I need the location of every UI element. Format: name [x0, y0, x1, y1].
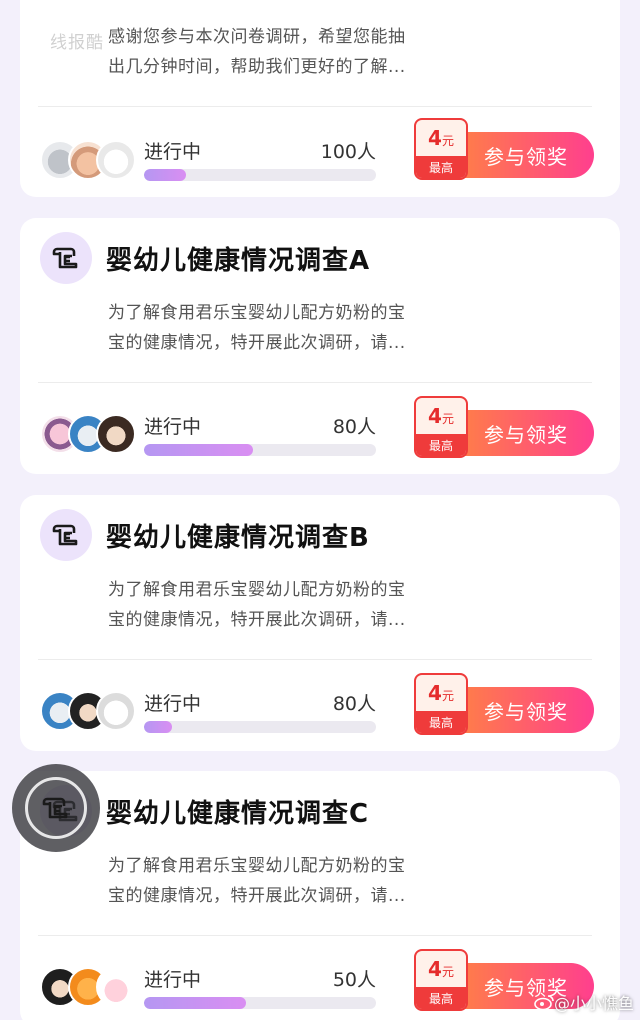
max-reward-amount: 4元: [428, 126, 454, 150]
card-divider: [38, 382, 592, 383]
survey-description-line: 为了解食用君乐宝婴幼儿配方奶粉的宝: [108, 856, 406, 876]
participant-count: 80人: [332, 416, 376, 438]
max-reward-amount: 4元: [428, 681, 454, 705]
max-reward-label: 最高: [416, 434, 466, 456]
progress-bar: [144, 444, 376, 456]
survey-description-line: 为了解食用君乐宝婴幼儿配方奶粉的宝: [108, 303, 406, 323]
progress-bar: [144, 721, 376, 733]
card-header: 婴幼儿健康情况调查B: [40, 507, 370, 563]
reward-group: 参与领奖 4元 最高: [414, 673, 594, 735]
survey-description-line: 宝的健康情况，特开展此次调研，请...: [108, 610, 406, 630]
card-header: 婴幼儿健康情况调查A: [40, 230, 370, 286]
survey-description: 为了解食用君乐宝婴幼儿配方奶粉的宝 宝的健康情况，特开展此次调研，请...: [108, 575, 438, 635]
survey-title: 婴幼儿健康情况调查A: [106, 245, 371, 276]
survey-scroll-icon: [40, 509, 92, 561]
max-reward-badge: 4元 最高: [414, 396, 468, 458]
card-divider: [38, 659, 592, 660]
survey-card[interactable]: 婴幼儿健康情况调查C 为了解食用君乐宝婴幼儿配方奶粉的宝 宝的健康情况，特开展此…: [20, 771, 620, 1020]
participant-avatars: [40, 140, 140, 184]
max-reward-badge: 4元 最高: [414, 949, 468, 1011]
max-reward-badge: 4元 最高: [414, 118, 468, 180]
survey-description: 感谢您参与本次问卷调研，希望您能抽 出几分钟时间，帮助我们更好的了解...: [108, 22, 438, 82]
watermark-text: 线报酷: [50, 33, 104, 53]
max-reward-amount: 4元: [428, 957, 454, 981]
survey-card[interactable]: 婴幼儿健康情况调查B 为了解食用君乐宝婴幼儿配方奶粉的宝 宝的健康情况，特开展此…: [20, 495, 620, 751]
max-reward-label: 最高: [416, 711, 466, 733]
avatar: [96, 967, 136, 1007]
survey-description-line: 感谢您参与本次问卷调研，希望您能抽: [108, 27, 406, 47]
avatar: [96, 140, 136, 180]
participant-count: 100人: [320, 141, 376, 163]
survey-list-page: 感谢您参与本次问卷调研，希望您能抽 出几分钟时间，帮助我们更好的了解... 进行…: [0, 0, 640, 1020]
survey-description-line: 出几分钟时间，帮助我们更好的了解...: [108, 57, 406, 77]
weibo-icon: [534, 995, 554, 1010]
survey-description: 为了解食用君乐宝婴幼儿配方奶粉的宝 宝的健康情况，特开展此次调研，请...: [108, 298, 438, 358]
avatar: [96, 414, 136, 454]
participant-avatars: [40, 967, 140, 1011]
survey-card[interactable]: 感谢您参与本次问卷调研，希望您能抽 出几分钟时间，帮助我们更好的了解... 进行…: [20, 0, 620, 197]
weibo-handle: @小小憔鱼: [553, 994, 634, 1013]
max-reward-amount: 4元: [428, 404, 454, 428]
status-label: 进行中: [144, 416, 202, 438]
progress-bar: [144, 997, 376, 1009]
scroll-document-icon: [42, 797, 68, 819]
status-label: 进行中: [144, 693, 202, 715]
card-divider: [38, 935, 592, 936]
reward-group: 参与领奖 4元 最高: [414, 396, 594, 458]
progress-fill: [144, 169, 186, 181]
max-reward-badge: 4元 最高: [414, 673, 468, 735]
survey-description-line: 为了解食用君乐宝婴幼儿配方奶粉的宝: [108, 580, 406, 600]
progress-fill: [144, 997, 247, 1009]
progress-fill: [144, 444, 254, 456]
max-reward-label: 最高: [416, 987, 466, 1009]
participant-count: 80人: [332, 693, 376, 715]
participant-avatars: [40, 691, 140, 735]
survey-title: 婴幼儿健康情况调查C: [106, 798, 370, 829]
floating-ball-ring: [25, 777, 87, 839]
survey-scroll-icon: [40, 232, 92, 284]
survey-card[interactable]: 婴幼儿健康情况调查A 为了解食用君乐宝婴幼儿配方奶粉的宝 宝的健康情况，特开展此…: [20, 218, 620, 474]
participant-count: 50人: [332, 969, 376, 991]
status-label: 进行中: [144, 141, 202, 163]
survey-description-line: 宝的健康情况，特开展此次调研，请...: [108, 333, 406, 353]
survey-description: 为了解食用君乐宝婴幼儿配方奶粉的宝 宝的健康情况，特开展此次调研，请...: [108, 851, 438, 911]
progress-bar: [144, 169, 376, 181]
survey-title: 婴幼儿健康情况调查B: [106, 522, 370, 553]
reward-group: 参与领奖 4元 最高: [414, 118, 594, 180]
max-reward-label: 最高: [416, 156, 466, 178]
progress-fill: [144, 721, 172, 733]
status-label: 进行中: [144, 969, 202, 991]
floating-assist-ball[interactable]: [12, 764, 100, 852]
weibo-watermark: @小小憔鱼: [534, 990, 634, 1014]
avatar: [96, 691, 136, 731]
card-divider: [38, 106, 592, 107]
participant-avatars: [40, 414, 140, 458]
survey-description-line: 宝的健康情况，特开展此次调研，请...: [108, 886, 406, 906]
